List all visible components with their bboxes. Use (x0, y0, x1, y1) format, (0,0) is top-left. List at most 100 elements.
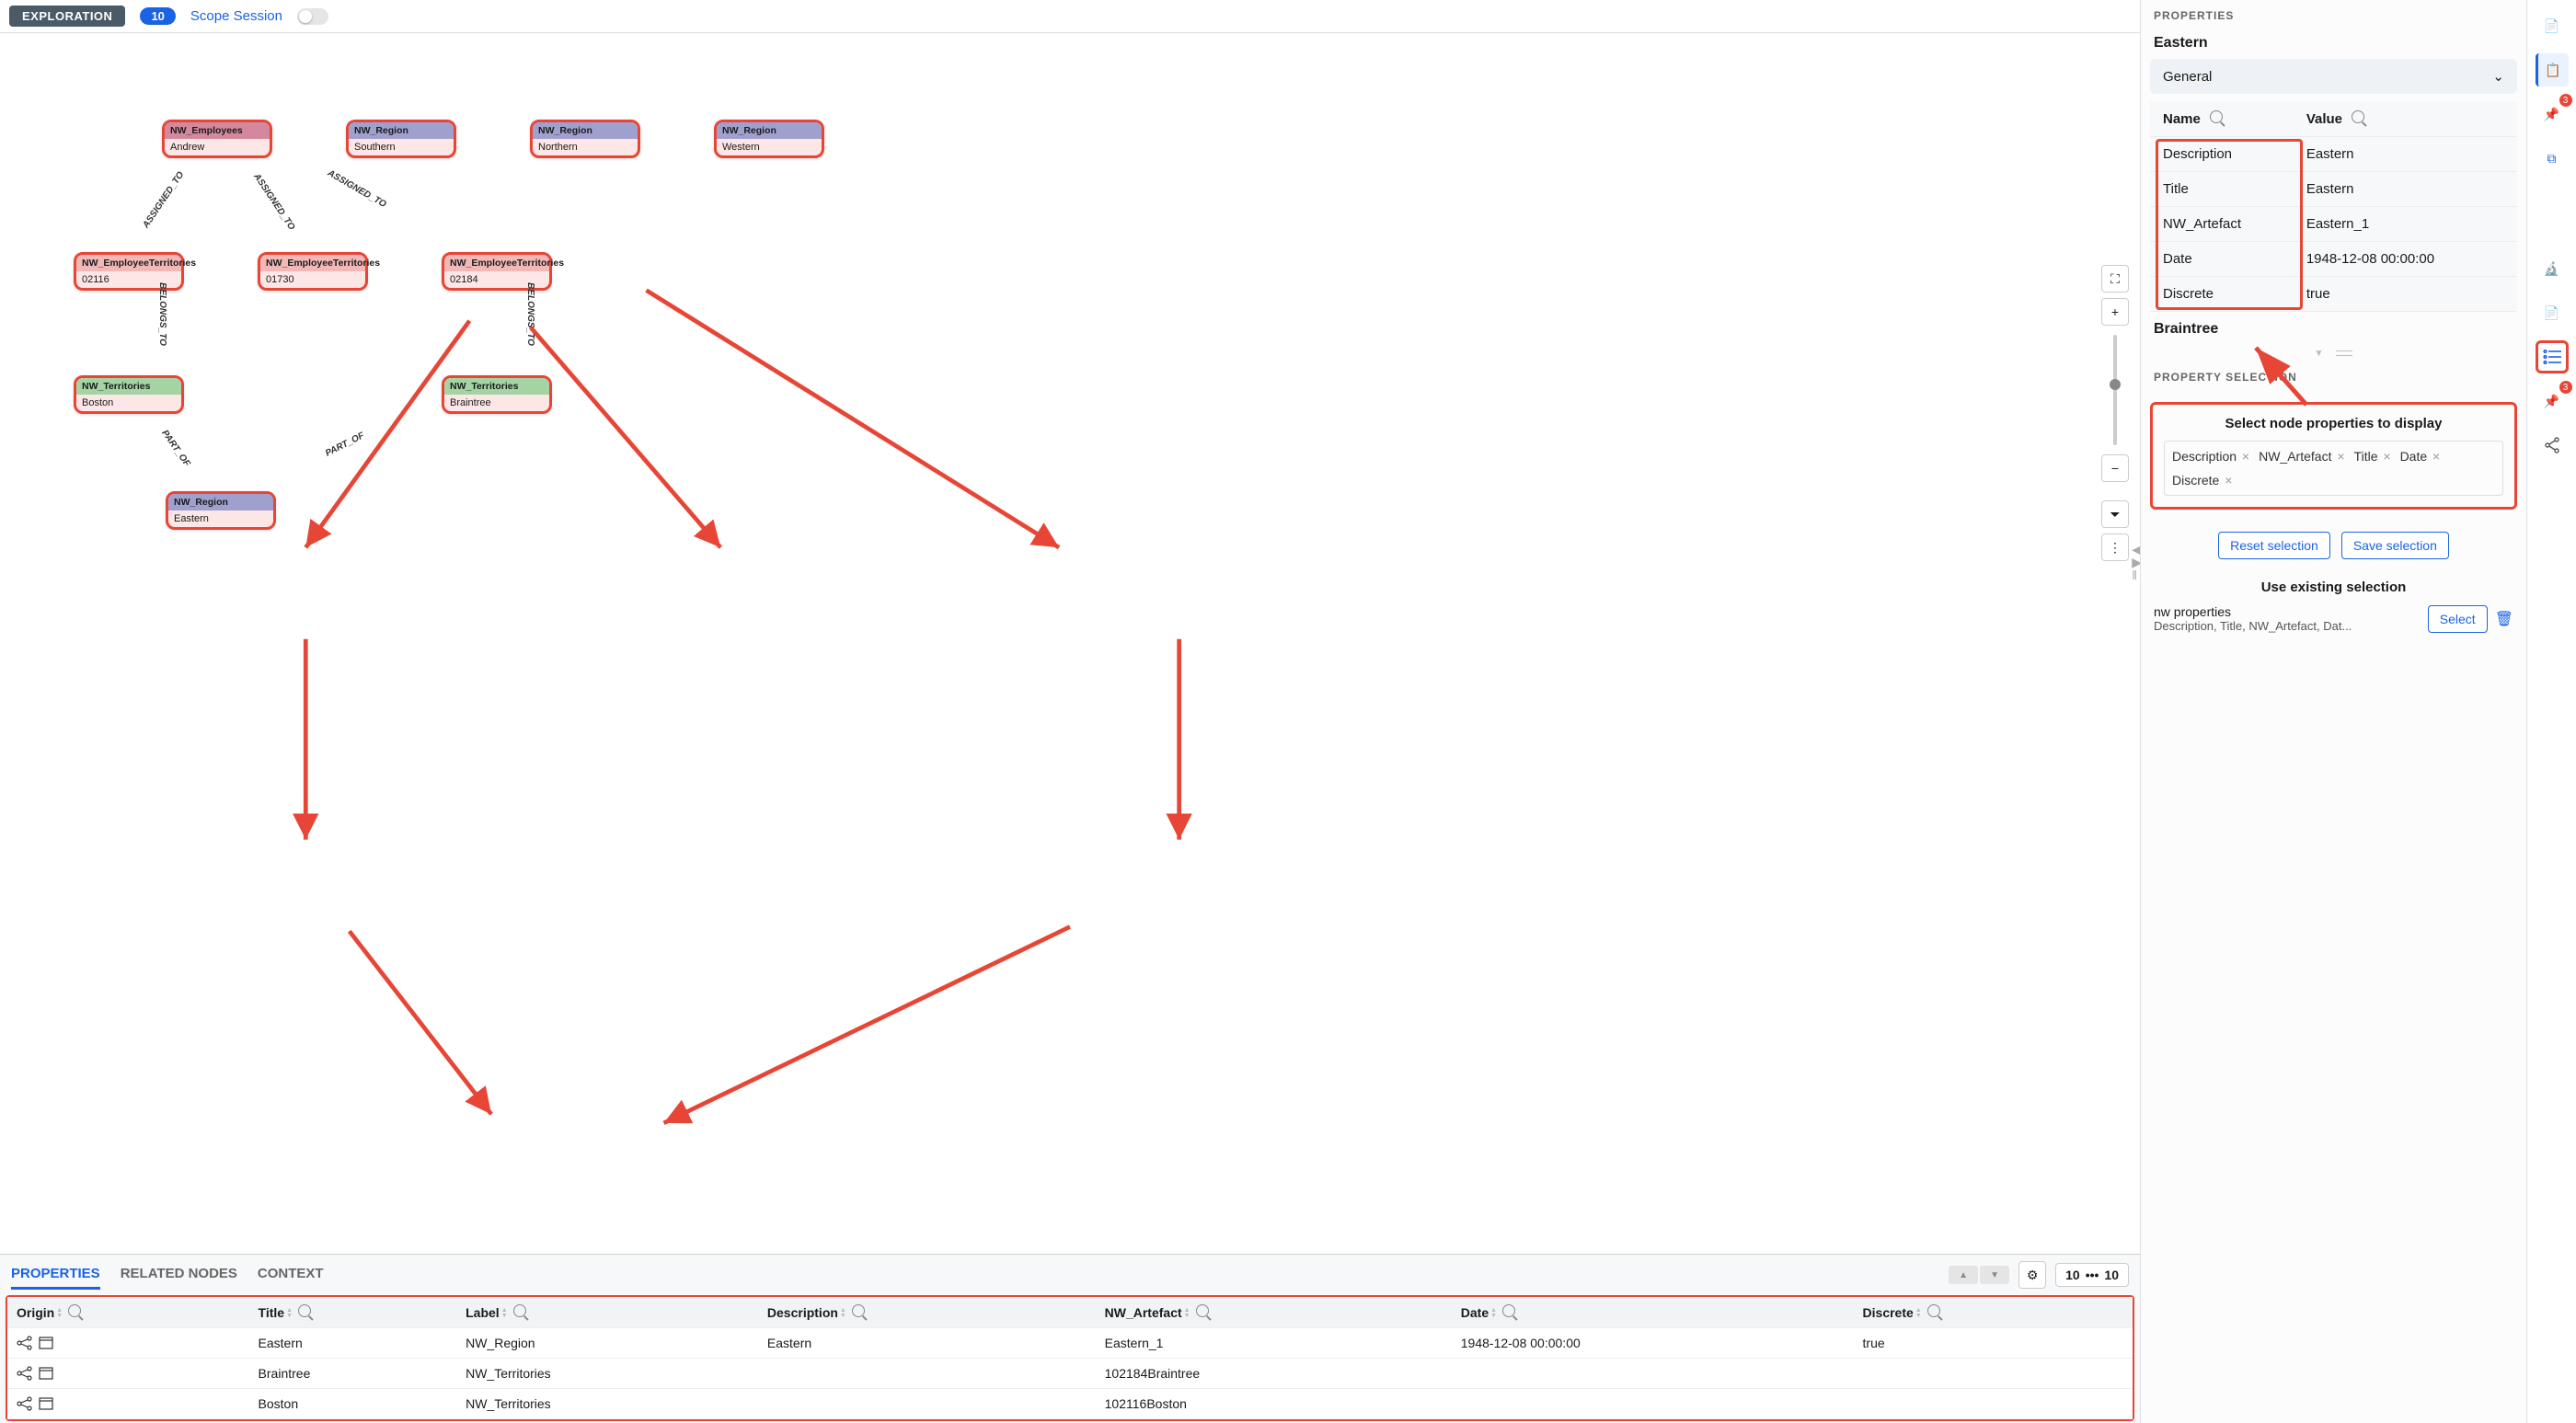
search-icon[interactable] (2352, 110, 2364, 123)
document-icon[interactable]: 📄 (2536, 296, 2569, 329)
property-tag[interactable]: Description × (2172, 449, 2249, 464)
search-icon[interactable] (298, 1304, 311, 1317)
pin-icon[interactable]: 📌3 (2536, 384, 2569, 418)
saved-selection-desc: Description, Title, NW_Artefact, Dat... (2154, 619, 2421, 633)
pagination-count: 10•••10 (2055, 1263, 2129, 1287)
edge-label: PART_OF (324, 430, 366, 459)
trash-icon[interactable]: 🗑 (2495, 610, 2513, 628)
property-tag[interactable]: Date × (2400, 449, 2441, 464)
graph-icon[interactable] (17, 1396, 33, 1411)
node-type: NW_Region (349, 122, 454, 139)
properties-table: Origin▲▼ Title▲▼ Label▲▼ Description▲▼ N… (7, 1297, 2133, 1419)
chevron-down-icon[interactable]: ▼ (2315, 349, 2324, 359)
clipboard-icon[interactable]: 📋 (2536, 53, 2569, 86)
inspect-icon[interactable]: 🔬 (2536, 252, 2569, 285)
node-region-eastern[interactable]: NW_Region Eastern (166, 491, 276, 530)
col-discrete[interactable]: Discrete▲▼ (1854, 1297, 2133, 1328)
property-row: DescriptionEastern (2150, 137, 2517, 172)
node-et3[interactable]: NW_EmployeeTerritories 02184 (442, 252, 552, 291)
property-row: Discretetrue (2150, 277, 2517, 312)
edge-label: BELONGS_TO (157, 282, 167, 346)
search-icon[interactable] (852, 1304, 865, 1317)
document-icon[interactable]: 📄 (2536, 9, 2569, 42)
property-tag[interactable]: Title × (2354, 449, 2391, 464)
share-icon[interactable] (2536, 429, 2569, 462)
node-et1[interactable]: NW_EmployeeTerritories 02116 (74, 252, 184, 291)
zoom-slider[interactable] (2113, 335, 2117, 445)
node-type: NW_Territories (444, 378, 549, 395)
tab-properties[interactable]: PROPERTIES (11, 1260, 100, 1290)
panel-down-icon[interactable]: ▼ (1980, 1266, 2009, 1284)
selected-properties[interactable]: Description × NW_Artefact × Title × Date × D… (2164, 441, 2503, 496)
table-row[interactable]: BostonNW_Territories102116Boston (7, 1389, 2133, 1419)
table-row[interactable]: EasternNW_RegionEasternEastern_11948-12-… (7, 1328, 2133, 1359)
zoom-in-button[interactable]: + (2101, 298, 2129, 326)
right-panel: PROPERTIES Eastern General ⌄ Name Value … (2140, 0, 2526, 1423)
col-label[interactable]: Label▲▼ (456, 1297, 758, 1328)
edge-label: PART_OF (159, 429, 191, 469)
col-origin[interactable]: Origin▲▼ (7, 1297, 249, 1328)
property-tag[interactable]: Discrete × (2172, 473, 2232, 488)
search-icon[interactable] (513, 1304, 526, 1317)
node-territory-boston[interactable]: NW_Territories Boston (74, 375, 184, 414)
node-value: Andrew (165, 139, 270, 155)
search-icon[interactable] (1927, 1304, 1940, 1317)
panel-up-icon[interactable]: ▲ (1949, 1266, 1978, 1284)
pin-icon[interactable]: 📌3 (2536, 98, 2569, 131)
node-type: NW_Region (717, 122, 822, 139)
node-type: NW_Region (168, 494, 273, 511)
list-icon[interactable] (2536, 340, 2569, 373)
node-type: NW_EmployeeTerritories (76, 255, 181, 271)
node-region-western[interactable]: NW_Region Western (714, 120, 824, 158)
node-territory-braintree[interactable]: NW_Territories Braintree (442, 375, 552, 414)
fullscreen-icon[interactable]: ⛶ (2101, 265, 2129, 293)
search-icon[interactable] (1502, 1304, 1515, 1317)
property-row: NW_ArtefactEastern_1 (2150, 207, 2517, 242)
search-icon[interactable] (2210, 110, 2223, 123)
select-saved-button[interactable]: Select (2428, 605, 2488, 633)
graph-icon[interactable] (17, 1366, 33, 1381)
col-artefact[interactable]: NW_Artefact▲▼ (1096, 1297, 1452, 1328)
node-employee[interactable]: NW_Employees Andrew (162, 120, 272, 158)
more-icon[interactable]: ⋮ (2101, 534, 2129, 561)
right-rail: 📄 📋 📌3 ⧉ 🔬 📄 📌3 (2526, 0, 2576, 1423)
settings-icon[interactable]: ⚙ (2018, 1261, 2046, 1289)
remove-icon[interactable]: × (2432, 449, 2440, 464)
saved-selection-name: nw properties (2154, 604, 2421, 619)
drag-handle-icon[interactable] (2336, 350, 2352, 356)
entity-name: Eastern (2141, 31, 2526, 59)
card-icon[interactable] (39, 1367, 53, 1380)
reset-selection-button[interactable]: Reset selection (2218, 532, 2330, 559)
graph-icon[interactable] (17, 1336, 33, 1350)
topbar: EXPLORATION 10 Scope Session (0, 0, 2140, 33)
remove-icon[interactable]: × (2337, 449, 2344, 464)
remove-icon[interactable]: × (2242, 449, 2249, 464)
copy-icon[interactable]: ⧉ (2536, 142, 2569, 175)
table-row[interactable]: BraintreeNW_Territories102184Braintree (7, 1359, 2133, 1389)
col-title[interactable]: Title▲▼ (249, 1297, 457, 1328)
remove-icon[interactable]: × (2383, 449, 2390, 464)
tab-context[interactable]: CONTEXT (258, 1260, 324, 1290)
graph-canvas[interactable]: NW_Employees Andrew NW_Region Southern N… (0, 33, 2140, 1254)
scope-session-link[interactable]: Scope Session (190, 8, 282, 24)
node-region-southern[interactable]: NW_Region Southern (346, 120, 456, 158)
property-tag[interactable]: NW_Artefact × (2259, 449, 2344, 464)
col-description[interactable]: Description▲▼ (758, 1297, 1096, 1328)
card-icon[interactable] (39, 1397, 53, 1410)
scope-toggle[interactable] (297, 8, 328, 25)
layout-tree-icon[interactable]: ⏷ (2101, 500, 2129, 528)
bottom-panel: PROPERTIES RELATED NODES CONTEXT ▲ ▼ ⚙ 1… (0, 1254, 2140, 1423)
remove-icon[interactable]: × (2225, 473, 2232, 488)
tab-related-nodes[interactable]: RELATED NODES (121, 1260, 237, 1290)
entity-name-2: Braintree (2141, 317, 2526, 345)
node-et2[interactable]: NW_EmployeeTerritories 01730 (258, 252, 368, 291)
card-icon[interactable] (39, 1337, 53, 1349)
edge-label: ASSIGNED_TO (141, 170, 186, 230)
save-selection-button[interactable]: Save selection (2341, 532, 2449, 559)
search-icon[interactable] (1196, 1304, 1209, 1317)
col-date[interactable]: Date▲▼ (1452, 1297, 1854, 1328)
zoom-out-button[interactable]: − (2101, 454, 2129, 482)
search-icon[interactable] (68, 1304, 81, 1317)
node-region-northern[interactable]: NW_Region Northern (530, 120, 640, 158)
accordion-general[interactable]: General ⌄ (2150, 59, 2517, 94)
